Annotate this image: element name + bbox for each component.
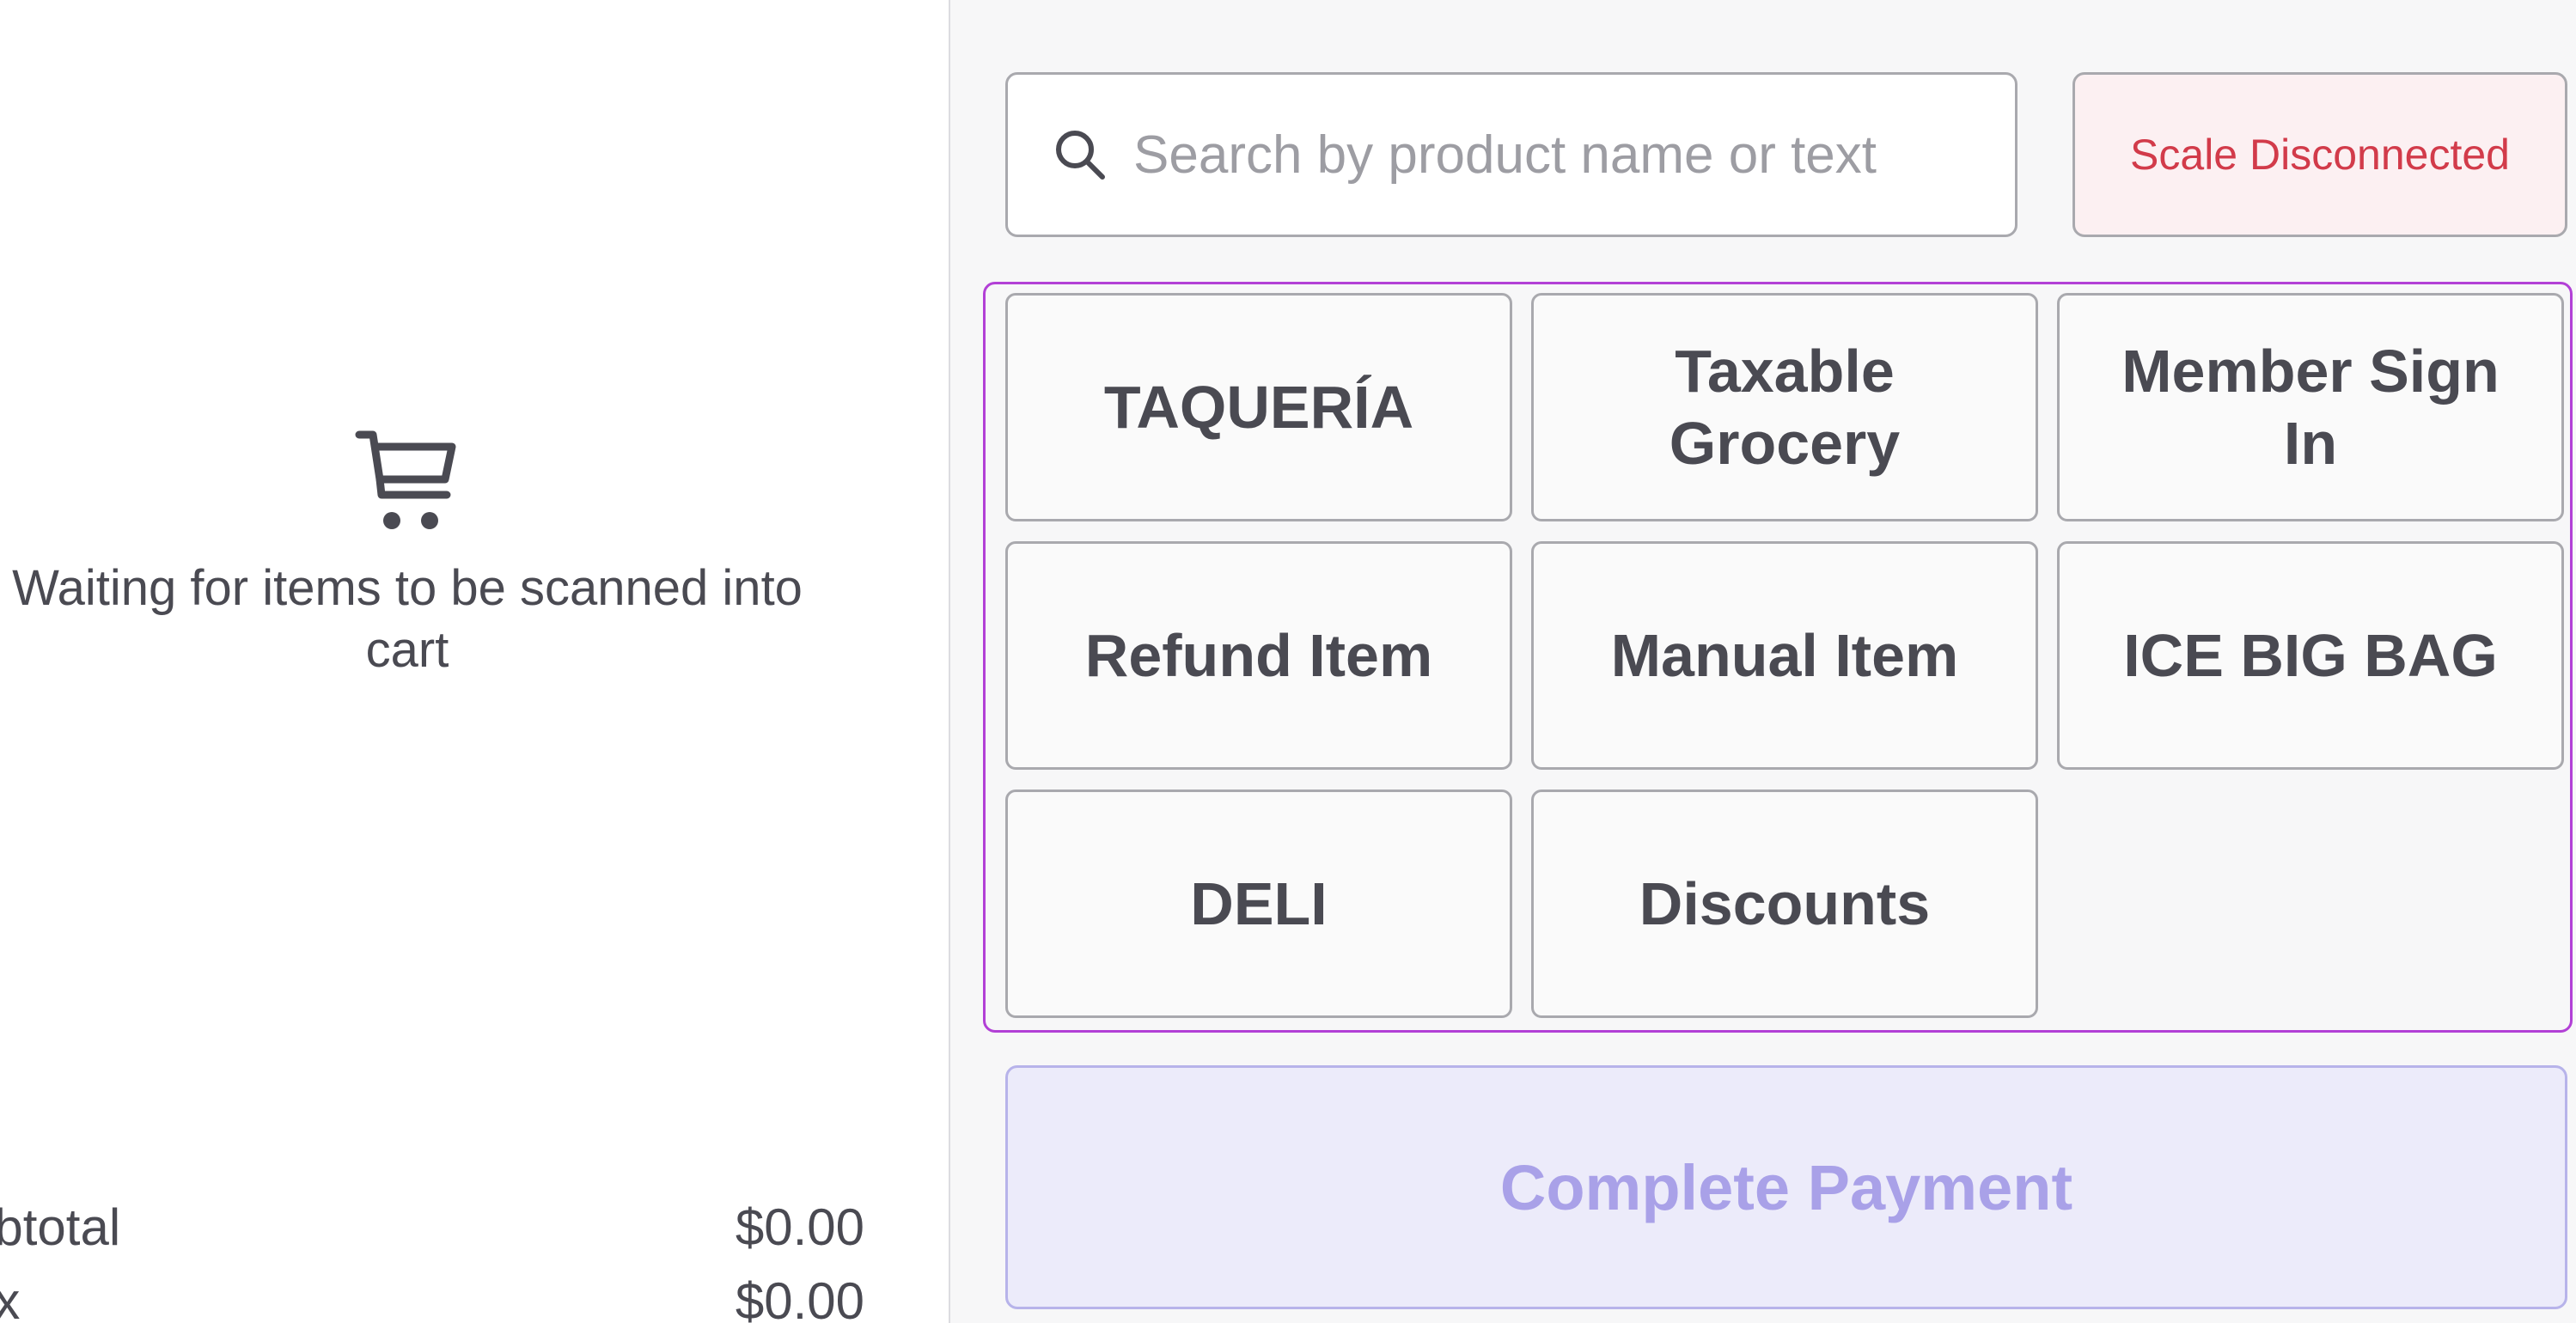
search-icon xyxy=(1056,131,1105,180)
quick-key-label: DELI xyxy=(1190,870,1328,937)
subtotal-value: $0.00 xyxy=(735,1198,864,1256)
cart-empty-state: Waiting for items to be scanned into car… xyxy=(0,426,815,681)
tax-label: ax xyxy=(0,1265,20,1323)
tax-row: ax $0.00 xyxy=(0,1265,864,1323)
quick-key-label: TAQUERÍA xyxy=(1103,374,1414,441)
pos-screen: Waiting for items to be scanned into car… xyxy=(0,0,2576,1323)
quick-key-ice-big-bag[interactable]: ICE BIG BAG xyxy=(2057,541,2564,770)
cart-empty-message: Waiting for items to be scanned into car… xyxy=(12,560,803,678)
quick-key-discounts[interactable]: Discounts xyxy=(1531,790,2038,1018)
shopping-cart-icon xyxy=(355,430,456,529)
scale-status-badge[interactable]: Scale Disconnected xyxy=(2072,72,2567,237)
cart-panel: Waiting for items to be scanned into car… xyxy=(0,0,950,1323)
quick-key-label: Manual Item xyxy=(1610,622,1959,689)
quick-key-manual-item[interactable]: Manual Item xyxy=(1531,541,2038,770)
search-box[interactable] xyxy=(1005,72,2017,237)
quick-keys-grid: TAQUERÍA Taxable Grocery Member Sign In … xyxy=(983,282,2573,1033)
subtotal-row: ubtotal $0.00 xyxy=(0,1191,864,1265)
quick-key-label: Member Sign In xyxy=(2121,338,2500,477)
quick-key-taxable-grocery[interactable]: Taxable Grocery xyxy=(1531,293,2038,521)
quick-key-taqueria[interactable]: TAQUERÍA xyxy=(1005,293,1512,521)
quick-key-label: Taxable Grocery xyxy=(1669,338,1901,477)
quick-key-label: Refund Item xyxy=(1084,622,1433,689)
complete-payment-button[interactable]: Complete Payment xyxy=(1005,1065,2567,1309)
quick-key-refund-item[interactable]: Refund Item xyxy=(1005,541,1512,770)
action-panel: Scale Disconnected TAQUERÍA Taxable Groc… xyxy=(950,0,2576,1323)
quick-key-label: Discounts xyxy=(1639,870,1931,937)
tax-value: $0.00 xyxy=(735,1272,864,1323)
quick-key-member-sign-in[interactable]: Member Sign In xyxy=(2057,293,2564,521)
subtotal-label: ubtotal xyxy=(0,1198,121,1256)
quick-key-deli[interactable]: DELI xyxy=(1005,790,1512,1018)
cart-totals: ubtotal $0.00 ax $0.00 xyxy=(0,1191,864,1323)
quick-key-label: ICE BIG BAG xyxy=(2123,622,2498,689)
search-input[interactable] xyxy=(1133,124,1993,186)
